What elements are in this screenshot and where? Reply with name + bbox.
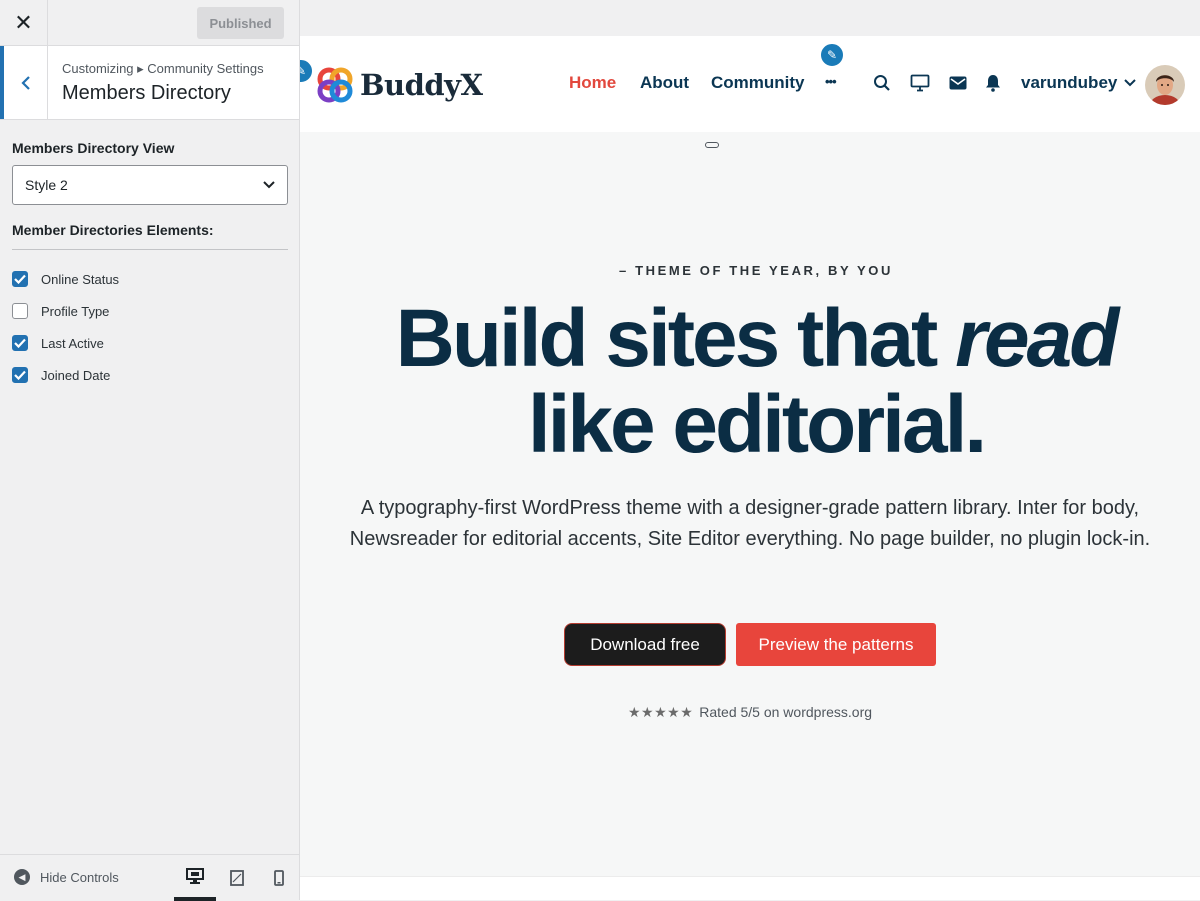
search-icon[interactable]	[871, 72, 893, 94]
preview-mobile-button[interactable]	[258, 855, 300, 901]
section-controls: Members Directory View Style 2 Member Di…	[12, 120, 288, 391]
customizer-sidebar: ✕ Published Customizing ▸ Community Sett…	[0, 0, 300, 901]
hero-headline: Build sites that read like editorial.	[300, 296, 1200, 468]
nav-more: •••	[825, 74, 837, 89]
back-button[interactable]	[0, 46, 48, 119]
customizer-footer: ◀ Hide Controls	[0, 854, 300, 901]
primary-nav-community: Community	[711, 73, 805, 93]
buddyx-logo-icon	[317, 67, 353, 103]
checkbox-online-status[interactable]: Online Status	[12, 263, 288, 295]
mail-icon[interactable]	[947, 72, 969, 94]
checkbox-profile-type[interactable]: Profile Type	[12, 295, 288, 327]
breadcrumb: Customizing ▸ Community Settings	[62, 61, 264, 76]
hide-controls-label: Hide Controls	[40, 869, 119, 885]
bell-icon[interactable]	[982, 72, 1004, 94]
edit-shortcut-logo-icon[interactable]: ✎	[300, 58, 314, 84]
checkbox[interactable]	[12, 367, 28, 383]
section-title: Members Directory	[62, 82, 231, 104]
chevron-down-icon	[263, 181, 275, 189]
download-free-button[interactable]: Download free	[564, 623, 726, 666]
publish-button[interactable]: Published	[197, 7, 284, 39]
members-directory-view-select[interactable]: Style 2	[12, 165, 288, 205]
star-rating-icon: ★★★★★	[627, 704, 694, 720]
select-value: Style 2	[25, 177, 68, 193]
headline-line2: like editorial.	[527, 379, 987, 470]
headline-line1: Build sites that	[395, 293, 956, 384]
avatar[interactable]	[1145, 65, 1185, 105]
next-section	[300, 876, 1200, 900]
nav-home[interactable]: Home	[569, 73, 616, 93]
user-menu[interactable]: varundubey	[1021, 73, 1137, 93]
edit-shortcut-menu-icon[interactable]: ✎	[819, 42, 845, 68]
checkbox-joined-date[interactable]: Joined Date	[12, 359, 288, 391]
checkbox[interactable]	[12, 335, 28, 351]
nav-about[interactable]: About	[640, 73, 689, 93]
member-elements-list: Online Status Profile Type Last Active J…	[12, 263, 288, 391]
checkbox[interactable]	[12, 271, 28, 287]
site-preview: ✎ BuddyX Home About Community ✎ ••• varu…	[300, 0, 1200, 900]
username: varundubey	[1021, 73, 1118, 92]
section-header: Customizing ▸ Community Settings Members…	[0, 46, 299, 120]
hero-description: A typography-first WordPress theme with …	[349, 497, 1151, 550]
drag-handle[interactable]	[705, 142, 719, 148]
desktop-icon	[186, 868, 204, 884]
hero-eyebrow: – THEME OF THE YEAR, BY YOU	[619, 263, 893, 278]
tablet-icon	[230, 870, 244, 886]
headline-emphasis: read	[955, 293, 1119, 384]
rating: ★★★★★ Rated 5/5 on wordpress.org	[300, 704, 1200, 721]
chevron-left-icon	[20, 75, 30, 90]
preview-top-gap	[300, 0, 1200, 36]
more-menu-icon[interactable]: •••	[825, 74, 837, 89]
preview-tablet-button[interactable]	[216, 855, 258, 901]
preview-patterns-button[interactable]: Preview the patterns	[736, 623, 936, 666]
mobile-icon	[274, 870, 284, 886]
preview-desktop-button[interactable]	[174, 855, 216, 901]
arrow-left-icon: ◀	[14, 869, 30, 885]
hide-controls-button[interactable]: ◀ Hide Controls	[14, 869, 119, 885]
chevron-down-icon	[1124, 79, 1137, 87]
checkbox-label: Last Active	[41, 335, 104, 351]
checkbox-label: Online Status	[41, 271, 120, 287]
members-directory-view-label: Members Directory View	[12, 140, 175, 156]
site-header: ✎ BuddyX Home About Community ✎ ••• varu…	[300, 36, 1200, 132]
checkbox-last-active[interactable]: Last Active	[12, 327, 288, 359]
checkbox-label: Profile Type	[41, 303, 110, 319]
logo-text: BuddyX	[360, 68, 483, 102]
checkbox[interactable]	[12, 303, 28, 319]
primary-nav-about: About	[640, 73, 689, 93]
rating-text: Rated 5/5 on wordpress.org	[699, 704, 873, 720]
site-logo[interactable]: BuddyX	[316, 66, 483, 104]
nav-community[interactable]: Community	[711, 73, 805, 93]
checkbox-label: Joined Date	[41, 367, 111, 383]
monitor-icon[interactable]	[909, 72, 931, 94]
close-icon[interactable]: ✕	[0, 0, 48, 45]
customizer-header: ✕ Published	[0, 0, 299, 46]
primary-nav: Home	[569, 73, 616, 93]
member-elements-label: Member Directories Elements:	[12, 222, 288, 250]
